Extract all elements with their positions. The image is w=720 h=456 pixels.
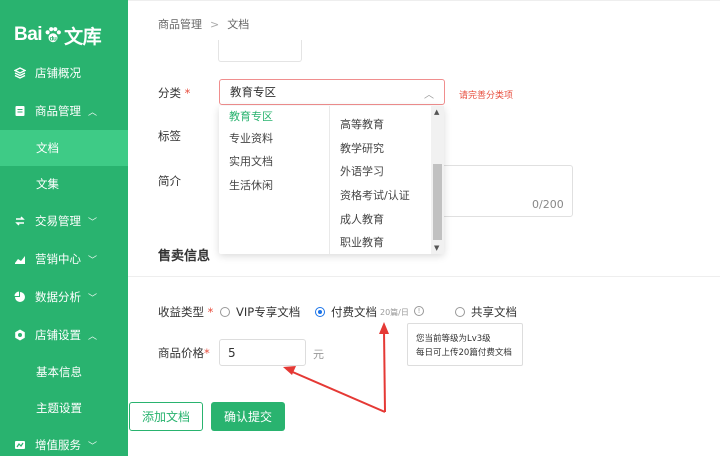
tags-label: 标签 — [158, 129, 181, 143]
radio-circle[interactable] — [220, 307, 230, 317]
sidebar-item-shop-settings[interactable]: 店铺设置 ︿ — [0, 316, 128, 354]
logo-suffix: 文库 — [64, 26, 102, 48]
scrollbar-thumb[interactable] — [433, 164, 442, 240]
dropdown-option[interactable]: 专业资料 — [219, 126, 329, 150]
trend-icon — [15, 256, 25, 264]
dropdown-column-secondary: 高等教育 教学研究 外语学习 资格考试/认证 成人教育 职业教育 — [331, 112, 431, 254]
exchange-icon — [15, 216, 25, 226]
breadcrumb-root[interactable]: 商品管理 — [158, 16, 202, 32]
dropdown-option[interactable]: 资格考试/认证 — [331, 183, 431, 207]
sidebar-item-shop-overview[interactable]: 店铺概况 — [0, 54, 128, 92]
sidebar-item-label: 增值服务 — [35, 438, 81, 452]
sidebar: Bai du 文库 店铺概况 商品管理 ︿ 文档 文集 交易管理 ﹀ 营销中心 … — [0, 0, 128, 456]
scroll-up-icon[interactable]: ▲ — [434, 108, 439, 116]
dropdown-option[interactable]: 教学研究 — [331, 136, 431, 160]
baidu-wenku-logo[interactable]: Bai du 文库 — [14, 18, 102, 52]
sidebar-item-label: 店铺概况 — [35, 66, 81, 80]
breadcrumb: 商品管理 > 文档 — [158, 16, 249, 32]
scroll-down-icon[interactable]: ▼ — [434, 244, 439, 252]
dropdown-option[interactable]: 生活休闲 — [219, 173, 329, 197]
info-icon[interactable]: ! — [414, 306, 424, 316]
paw-icon: du — [45, 27, 61, 42]
chevron-up-icon: ︿ — [424, 90, 434, 101]
category-select[interactable]: 教育专区 ︿ — [219, 79, 445, 105]
paid-daily-limit: 20篇/日 — [380, 308, 409, 317]
chevron-right-icon: > — [210, 17, 220, 31]
layers-icon — [14, 67, 26, 79]
sidebar-subitem-basic-info[interactable]: 基本信息 — [0, 354, 128, 390]
logo-text: Bai — [14, 24, 43, 45]
svg-text:du: du — [50, 35, 57, 42]
level-tooltip: 您当前等级为Lv3级 每日可上传20篇付费文档 — [407, 323, 523, 366]
radio-circle-selected[interactable] — [315, 307, 325, 317]
main-content: 商品管理 > 文档 分类 * 教育专区 ︿ 请完善分类项 标签 简介 0/200… — [128, 0, 720, 456]
gear-icon — [15, 329, 25, 341]
chevron-down-icon: ﹀ — [88, 255, 98, 266]
category-label: 分类 * — [158, 86, 191, 100]
submit-button[interactable]: 确认提交 — [211, 402, 285, 431]
chevron-down-icon: ﹀ — [88, 293, 98, 304]
app-window: Bai du 文库 店铺概况 商品管理 ︿ 文档 文集 交易管理 ﹀ 营销中心 … — [0, 0, 720, 456]
category-error-text: 请完善分类项 — [459, 91, 514, 101]
chevron-down-icon: ﹀ — [88, 217, 98, 228]
sidebar-item-marketing[interactable]: 营销中心 ﹀ — [0, 240, 128, 278]
chart-icon — [15, 441, 25, 449]
sidebar-subitem-documents[interactable]: 文档 — [0, 130, 128, 166]
dropdown-option[interactable]: 成人教育 — [331, 207, 431, 231]
dropdown-option[interactable]: 实用文档 — [219, 150, 329, 174]
category-dropdown: 教育专区 专业资料 实用文档 生活休闲 高等教育 教学研究 外语学习 资格考试/… — [219, 106, 444, 254]
dropdown-option[interactable]: 外语学习 — [331, 159, 431, 183]
intro-char-counter: 0/200 — [532, 198, 564, 211]
revenue-type-label: 收益类型 * — [158, 305, 214, 319]
chevron-up-icon: ︿ — [88, 107, 98, 118]
divider — [128, 276, 720, 277]
price-unit: 元 — [313, 348, 324, 361]
pie-chart-icon — [14, 291, 25, 302]
breadcrumb-current: 文档 — [227, 18, 250, 31]
sidebar-item-label: 数据分析 — [35, 290, 81, 304]
sidebar-item-label: 商品管理 — [35, 104, 81, 118]
sidebar-item-label: 交易管理 — [35, 214, 81, 228]
dropdown-column-primary: 教育专区 专业资料 实用文档 生活休闲 — [219, 106, 330, 254]
radio-circle[interactable] — [455, 307, 465, 317]
dropdown-option[interactable]: 教育专区 — [219, 106, 329, 126]
chevron-up-icon: ︿ — [88, 331, 98, 342]
price-input[interactable]: 5 — [219, 339, 306, 366]
sidebar-nav: 店铺概况 商品管理 ︿ 文档 文集 交易管理 ﹀ 营销中心 ﹀ 数据分析 ﹀ 店… — [0, 54, 128, 456]
dropdown-option[interactable]: 职业教育 — [331, 230, 431, 254]
dropdown-option[interactable]: 高等教育 — [331, 112, 431, 136]
sale-section-title: 售卖信息 — [158, 249, 211, 264]
intro-label: 简介 — [158, 174, 181, 188]
radio-vip-doc[interactable]: VIP专享文档 — [220, 304, 300, 320]
sidebar-subitem-theme[interactable]: 主题设置 — [0, 390, 128, 426]
chevron-down-icon: ﹀ — [88, 441, 98, 452]
document-icon — [15, 106, 25, 116]
radio-shared-doc[interactable]: 共享文档 — [455, 304, 517, 320]
radio-paid-doc[interactable]: 付费文档 — [315, 304, 377, 320]
sidebar-item-label: 营销中心 — [35, 252, 81, 266]
sidebar-item-goods[interactable]: 商品管理 ︿ — [0, 92, 128, 130]
previous-field-box[interactable] — [218, 40, 302, 62]
price-label: 商品价格* — [158, 346, 210, 360]
sidebar-item-label: 店铺设置 — [35, 328, 81, 342]
add-document-button[interactable]: 添加文档 — [129, 402, 203, 431]
sidebar-subitem-collections[interactable]: 文集 — [0, 166, 128, 202]
sidebar-item-value-added[interactable]: 增值服务 ﹀ — [0, 426, 128, 456]
dropdown-scrollbar[interactable]: ▲ ▼ — [431, 106, 444, 254]
sidebar-item-analytics[interactable]: 数据分析 ﹀ — [0, 278, 128, 316]
divider — [128, 0, 720, 1]
sidebar-item-trade[interactable]: 交易管理 ﹀ — [0, 202, 128, 240]
